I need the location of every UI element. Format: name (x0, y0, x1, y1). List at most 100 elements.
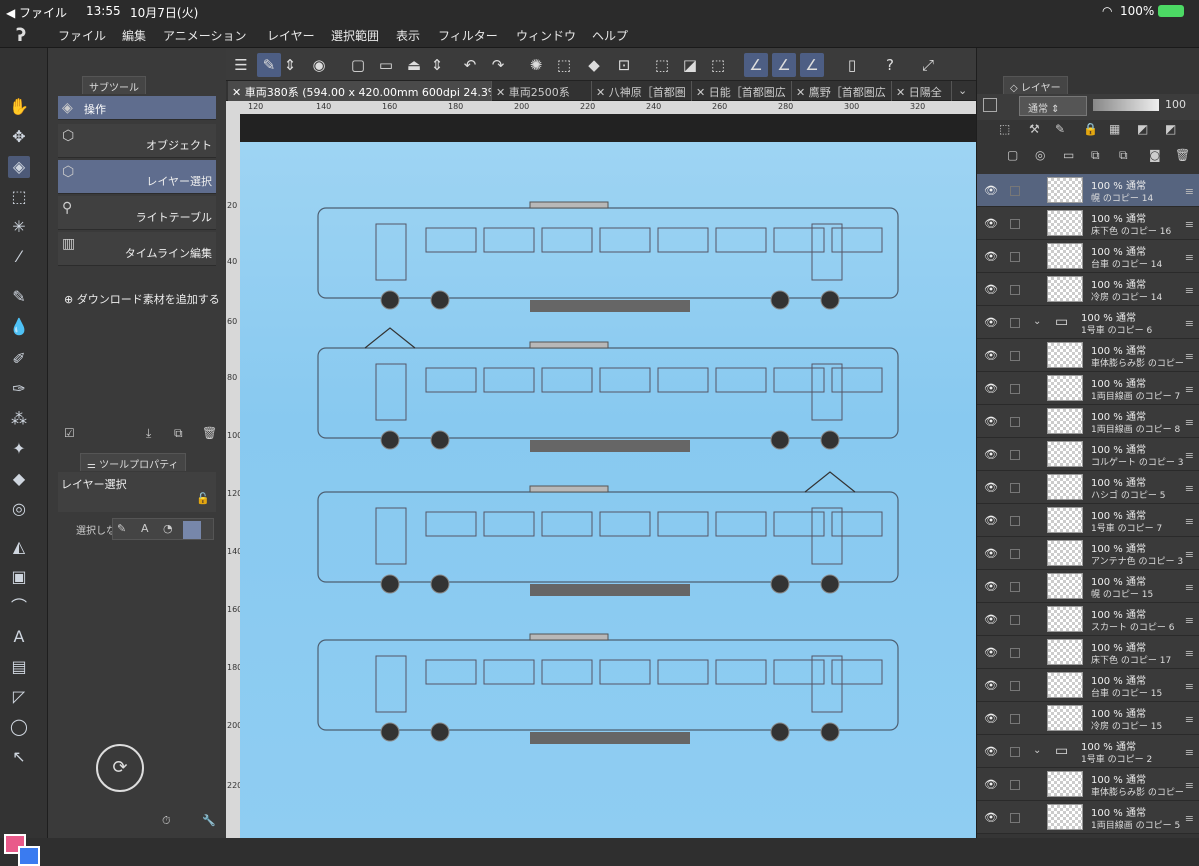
trash-icon[interactable]: 🗑 (202, 426, 217, 440)
fill-bucket-icon[interactable]: ◆ (582, 53, 606, 77)
layer-checkbox[interactable] (1010, 747, 1020, 757)
layer-folder-row[interactable]: 👁 ⌄ ▭ 100 % 通常 1号車 のコピー 6 ≡ (977, 306, 1199, 339)
history-icon[interactable]: ⏱ (162, 814, 171, 828)
menu-help[interactable]: ヘルプ (592, 27, 628, 44)
smartphone-icon[interactable]: ▯ (840, 53, 864, 77)
subtool-item-object[interactable]: ⬡ オブジェクト (58, 124, 216, 158)
layer-checkbox[interactable] (1010, 582, 1020, 592)
layer-checkbox[interactable] (1010, 813, 1020, 823)
blend-icon[interactable]: ◎ (8, 498, 30, 520)
draft-layer-icon[interactable]: ⚒ (1029, 122, 1040, 136)
eye-icon[interactable]: 👁 (984, 646, 998, 659)
blend-mode-select[interactable]: 通常 ⇕ (1019, 96, 1087, 116)
layer-menu-icon[interactable]: ≡ (1185, 614, 1194, 627)
layer-row[interactable]: 👁 100 % 通常 車体膨らみ影 のコピー ≡ (977, 339, 1199, 372)
special-ruler-snap-icon[interactable]: ∠ (772, 53, 796, 77)
layer-checkbox[interactable] (1010, 450, 1020, 460)
layer-menu-icon[interactable]: ≡ (1185, 581, 1194, 594)
undo-icon[interactable]: ↶ (458, 53, 482, 77)
select-target-buttons[interactable]: ✎ A ◔ (112, 518, 214, 540)
balloon-icon[interactable]: ◯ (8, 716, 30, 738)
eye-icon[interactable]: 👁 (984, 613, 998, 626)
selection-invert-icon[interactable]: ◪ (678, 53, 702, 77)
layer-checkbox[interactable] (1010, 219, 1020, 229)
subtool-item-layer-select[interactable]: ⬡ レイヤー選択 (58, 160, 216, 194)
pencil-icon[interactable]: ✐ (8, 348, 30, 370)
layer-row[interactable]: 👁 100 % 通常 アンテナ色 のコピー 3 ≡ (977, 537, 1199, 570)
layer-menu-icon[interactable]: ≡ (1185, 350, 1194, 363)
layer-row[interactable]: 👁 100 % 通常 1両目線画 のコピー 8 ≡ (977, 405, 1199, 438)
layer-checkbox[interactable] (1010, 516, 1020, 526)
layer-menu-icon[interactable]: ≡ (1185, 515, 1194, 528)
layer-checkbox[interactable] (1010, 780, 1020, 790)
marker-icon[interactable]: ✑ (8, 378, 30, 400)
layer-row[interactable]: 👁 100 % 通常 車体膨らみ影 のコピー ≡ (977, 768, 1199, 801)
edit-mode-icon[interactable]: ✎ (257, 53, 281, 77)
lock-icon[interactable]: 🔓 (196, 492, 210, 505)
mask-show-icon[interactable]: ◩ (1165, 122, 1176, 136)
download-material-link[interactable]: ⊕ ダウンロード素材を追加する (64, 291, 220, 307)
updown-icon[interactable]: ⇕ (283, 53, 297, 77)
marquee-icon[interactable]: ⬚ (8, 186, 30, 208)
eye-icon[interactable]: 👁 (984, 217, 998, 230)
layer-menu-icon[interactable]: ≡ (1185, 779, 1194, 792)
layer-menu-icon[interactable]: ≡ (1185, 548, 1194, 561)
new-folder-icon[interactable]: ▭ (1063, 148, 1074, 162)
layer-folder-row[interactable]: 👁 ⌄ ▭ 100 % 通常 1号車 のコピー 2 ≡ (977, 735, 1199, 768)
subtool-item-operation[interactable]: ◈ 操作 (58, 96, 216, 120)
tab-layer[interactable]: ◇ レイヤー (1003, 76, 1068, 94)
exclude-locked-icon[interactable]: ◔ (163, 522, 173, 535)
menu-edit[interactable]: 編集 (122, 27, 146, 44)
layer-row[interactable]: 👁 100 % 通常 スカート のコピー 6 ≡ (977, 603, 1199, 636)
eye-icon[interactable]: 👁 (984, 481, 998, 494)
menu-selection[interactable]: 選択範囲 (331, 27, 379, 44)
tab-subtool[interactable]: サブツール (82, 76, 146, 94)
exclude-paper-icon[interactable] (183, 521, 201, 539)
help-icon[interactable]: ? (878, 53, 902, 77)
eye-icon[interactable]: 👁 (984, 811, 998, 824)
layer-menu-icon[interactable]: ≡ (1185, 482, 1194, 495)
layer-row[interactable]: 👁 100 % 通常 台車 のコピー 15 ≡ (977, 669, 1199, 702)
eye-icon[interactable]: 👁 (984, 382, 998, 395)
layer-checkbox[interactable] (1010, 483, 1020, 493)
layer-menu-icon[interactable]: ≡ (1185, 680, 1194, 693)
eye-icon[interactable]: 👁 (984, 712, 998, 725)
tab-doc-nichino[interactable]: ✕ 日能［首都圏広 (692, 81, 792, 101)
tabs-overflow-icon[interactable]: ⌄ (954, 81, 976, 101)
subtool-settings-icon[interactable]: ☑ (64, 426, 75, 440)
fill-icon[interactable]: ◭ (8, 536, 30, 558)
layer-menu-icon[interactable]: ≡ (1185, 218, 1194, 231)
hamburger-icon[interactable]: ☰ (229, 53, 253, 77)
decoration-icon[interactable]: ✦ (8, 438, 30, 460)
menu-filter[interactable]: フィルター (438, 27, 498, 44)
tab-doc-2500[interactable]: ✕ 車両2500系 (492, 81, 592, 101)
menu-window[interactable]: ウィンドウ (516, 27, 576, 44)
fullscreen-icon[interactable]: ⤢ (916, 53, 940, 77)
eye-icon[interactable]: 👁 (984, 316, 998, 329)
layer-row[interactable]: 👁 100 % 通常 1両目線画 のコピー 5 ≡ (977, 801, 1199, 834)
brush-icon[interactable]: 💧 (8, 316, 30, 338)
layer-checkbox[interactable] (1010, 417, 1020, 427)
layer-menu-icon[interactable]: ≡ (1185, 449, 1194, 462)
new-vector-layer-icon[interactable]: ◎ (1035, 148, 1045, 162)
new-file-icon[interactable]: ▢ (346, 53, 370, 77)
exclude-text-icon[interactable]: A (141, 522, 149, 535)
layer-menu-icon[interactable]: ≡ (1185, 713, 1194, 726)
tab-tool-property[interactable]: ⚌ ツールプロパティ (80, 453, 186, 471)
eye-icon[interactable]: 👁 (984, 547, 998, 560)
eye-icon[interactable]: 👁 (984, 415, 998, 428)
hand-icon[interactable]: ✋ (8, 96, 30, 118)
tab-doc-yagamihara[interactable]: ✕ 八神原［首都圏 (592, 81, 692, 101)
selection-expand-icon[interactable]: ⬚ (706, 53, 730, 77)
eye-icon[interactable]: 👁 (984, 580, 998, 593)
menu-view[interactable]: 表示 (396, 27, 420, 44)
layer-menu-icon[interactable]: ≡ (1185, 284, 1194, 297)
menu-layer[interactable]: レイヤー (267, 27, 315, 44)
layer-checkbox[interactable] (1010, 318, 1020, 328)
menu-animation[interactable]: アニメーション (163, 27, 247, 44)
layer-row[interactable]: 👁 100 % 通常 1号車 のコピー 7 ≡ (977, 504, 1199, 537)
chevron-down-icon[interactable]: ⌄ (1033, 745, 1041, 756)
mask-enable-icon[interactable]: ◩ (1137, 122, 1148, 136)
layer-checkbox[interactable] (1010, 252, 1020, 262)
redo-icon[interactable]: ↷ (486, 53, 510, 77)
